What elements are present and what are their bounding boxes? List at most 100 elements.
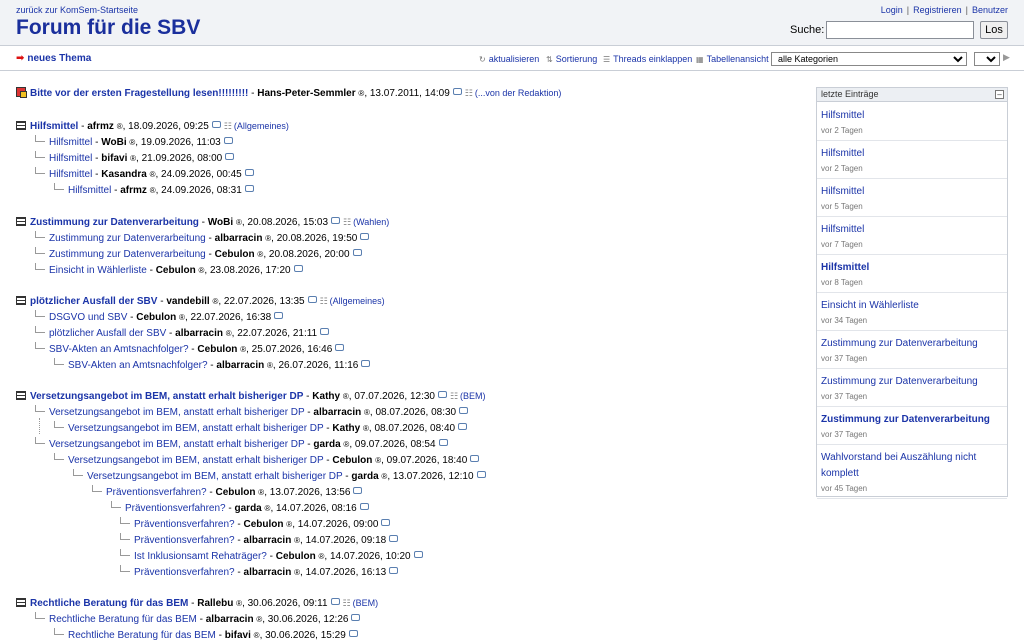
author-name[interactable]: vandebill [166, 296, 209, 307]
thread-title-link[interactable]: Hilfsmittel [49, 169, 92, 180]
thread-tree-icon[interactable]: ☷ [450, 391, 458, 401]
author-name[interactable]: Cebulon [136, 312, 176, 323]
author-name[interactable]: WoBi [208, 217, 233, 228]
thread-title-link[interactable]: Präventionsverfahren? [134, 567, 235, 578]
author-name[interactable]: Cebulon [215, 249, 255, 260]
thread-title-link[interactable]: Versetzungsangebot im BEM, anstatt erhal… [49, 439, 305, 450]
author-name[interactable]: Cebulon [276, 551, 316, 562]
thread-tree-icon[interactable]: ☷ [224, 121, 232, 131]
latest-entry-link[interactable]: Zustimmung zur Datenverarbeitung [821, 412, 1003, 428]
search-button[interactable]: Los [980, 21, 1008, 39]
author-name[interactable]: Cebulon [197, 344, 237, 355]
refresh-button[interactable]: ↻ aktualisieren [479, 54, 539, 64]
thread-title-link[interactable]: SBV-Akten an Amtsnachfolger? [68, 360, 208, 371]
post-date: , 13.07.2026, 12:10 [387, 471, 474, 482]
new-thread-button[interactable]: ➡ neues Thema [16, 53, 91, 64]
category-link[interactable]: (BEM) [353, 598, 379, 608]
thread-tree-icon[interactable]: ☷ [343, 217, 351, 227]
category-link[interactable]: (BEM) [460, 391, 486, 401]
latest-entry-link[interactable]: Zustimmung zur Datenverarbeitung [821, 374, 1003, 390]
table-view-button[interactable]: ▦ Tabellenansicht [696, 54, 769, 64]
thread-title-link[interactable]: Versetzungsangebot im BEM, anstatt erhal… [30, 391, 303, 402]
author-name[interactable]: albarracin [206, 614, 254, 625]
latest-entry-link[interactable]: Hilfsmittel [821, 108, 1003, 124]
thread-title-link[interactable]: Hilfsmittel [68, 185, 111, 196]
thread-title-link[interactable]: Bitte vor der ersten Fragestellung lesen… [30, 88, 248, 99]
latest-entry-link[interactable]: Hilfsmittel [821, 184, 1003, 200]
author-name[interactable]: Rallebu [197, 598, 233, 609]
search-input[interactable] [826, 21, 974, 39]
thread-title-link[interactable]: Zustimmung zur Datenverarbeitung [49, 249, 206, 260]
author-name[interactable]: garda [313, 439, 340, 450]
category-link[interactable]: (...von der Redaktion) [475, 88, 562, 98]
sort-button[interactable]: ⇅ Sortierung [546, 54, 597, 64]
author-name[interactable]: Cebulon [244, 519, 284, 530]
thread-tree-icon[interactable]: ☷ [320, 296, 328, 306]
latest-entry-link[interactable]: Hilfsmittel [821, 146, 1003, 162]
thread-title-link[interactable]: Versetzungsangebot im BEM, anstatt erhal… [49, 407, 305, 418]
page-select[interactable]: 1 [974, 52, 1000, 66]
author-name[interactable]: garda [235, 503, 262, 514]
thread-title-link[interactable]: DSGVO und SBV [49, 312, 127, 323]
latest-entry-link[interactable]: Hilfsmittel [821, 222, 1003, 238]
author-name[interactable]: bifavi [101, 153, 127, 164]
author-name[interactable]: albarracin [313, 407, 361, 418]
author-name[interactable]: Kathy [332, 423, 360, 434]
thread-title-link[interactable]: Versetzungsangebot im BEM, anstatt erhal… [68, 423, 324, 434]
thread-title-link[interactable]: Versetzungsangebot im BEM, anstatt erhal… [68, 455, 324, 466]
latest-entry-link[interactable]: Hilfsmittel [821, 260, 1003, 276]
collapse-panel-icon[interactable]: – [995, 90, 1004, 99]
thread-title-link[interactable]: Rechtliche Beratung für das BEM [49, 614, 197, 625]
author-name[interactable]: bifavi [225, 630, 251, 640]
author-name[interactable]: albarracin [244, 567, 292, 578]
category-link[interactable]: (Wahlen) [353, 217, 389, 227]
register-link[interactable]: Registrieren [913, 5, 962, 15]
thread-title-link[interactable]: Präventionsverfahren? [134, 535, 235, 546]
latest-entry-link[interactable]: Einsicht in Wählerliste [821, 298, 1003, 314]
thread-title-link[interactable]: Hilfsmittel [49, 137, 92, 148]
author-name[interactable]: albarracin [215, 233, 263, 244]
speech-bubble-icon [459, 407, 469, 414]
author-name[interactable]: Kasandra [101, 169, 147, 180]
thread-title-link[interactable]: Präventionsverfahren? [134, 519, 235, 530]
category-select[interactable]: alle Kategorien [771, 52, 967, 66]
thread-tree-icon[interactable]: ☷ [343, 598, 351, 608]
author-name[interactable]: Cebulon [156, 265, 196, 276]
thread-title-link[interactable]: Hilfsmittel [30, 121, 78, 132]
thread-title-link[interactable]: SBV-Akten an Amtsnachfolger? [49, 344, 189, 355]
thread-title-link[interactable]: plötzlicher Ausfall der SBV [49, 328, 166, 339]
author-name[interactable]: afrmz [87, 121, 114, 132]
author-name[interactable]: Kathy [312, 391, 340, 402]
thread-title-link[interactable]: Einsicht in Wählerliste [49, 265, 147, 276]
thread-title-link[interactable]: Rechtliche Beratung für das BEM [68, 630, 216, 640]
thread-title-link[interactable]: Rechtliche Beratung für das BEM [30, 598, 188, 609]
author-name[interactable]: WoBi [101, 137, 126, 148]
thread-title-link[interactable]: Zustimmung zur Datenverarbeitung [49, 233, 206, 244]
author-name[interactable]: albarracin [244, 535, 292, 546]
author-name[interactable]: albarracin [175, 328, 223, 339]
author-name[interactable]: Cebulon [332, 455, 372, 466]
thread-title-link[interactable]: Zustimmung zur Datenverarbeitung [30, 217, 199, 228]
login-link[interactable]: Login [881, 5, 903, 15]
thread-title-link[interactable]: Präventionsverfahren? [125, 503, 226, 514]
author-name[interactable]: afrmz [120, 185, 147, 196]
author-name[interactable]: Hans-Peter-Semmler [257, 88, 355, 99]
users-link[interactable]: Benutzer [972, 5, 1008, 15]
collapse-threads-button[interactable]: ☰ Threads einklappen [603, 54, 692, 64]
back-to-homepage-link[interactable]: zurück zur KomSem-Startseite [16, 5, 138, 15]
reply-branch-icon [120, 533, 130, 540]
thread-tree-icon[interactable]: ☷ [465, 88, 473, 98]
category-link[interactable]: (Allgemeines) [234, 121, 289, 131]
thread-title-link[interactable]: plötzlicher Ausfall der SBV [30, 296, 157, 307]
thread-title-link[interactable]: Hilfsmittel [49, 153, 92, 164]
category-link[interactable]: (Allgemeines) [330, 296, 385, 306]
author-name[interactable]: albarracin [216, 360, 264, 371]
author-name[interactable]: Cebulon [216, 487, 256, 498]
thread-title-link[interactable]: Ist Inklusionsamt Rehaträger? [134, 551, 267, 562]
next-page-icon[interactable]: ▶ [1003, 52, 1010, 63]
author-name[interactable]: garda [351, 471, 378, 482]
latest-entry-link[interactable]: Zustimmung zur Datenverarbeitung [821, 336, 1003, 352]
thread-title-link[interactable]: Präventionsverfahren? [106, 487, 207, 498]
thread-title-link[interactable]: Versetzungsangebot im BEM, anstatt erhal… [87, 471, 343, 482]
latest-entry-link[interactable]: Wahlvorstand bei Auszählung nicht komple… [821, 450, 1003, 482]
